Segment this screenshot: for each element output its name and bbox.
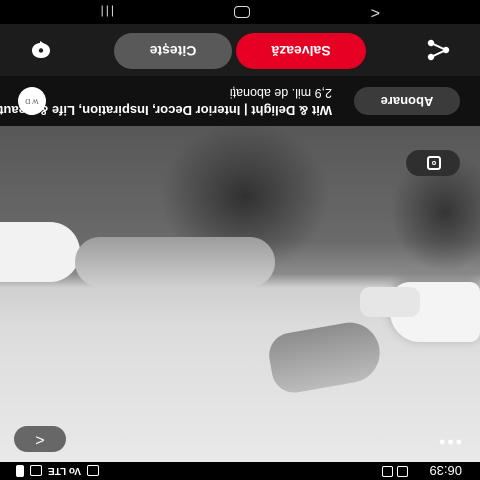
signal-label: Vo LTE [48,465,81,477]
action-bar: Salvează Citește [0,24,480,76]
share-icon[interactable] [426,39,450,61]
navigation-bar: < ||| [0,0,480,24]
save-button[interactable]: Salvează [236,33,366,69]
comment-icon[interactable] [30,40,52,60]
nav-home-button[interactable] [234,6,250,18]
read-button[interactable]: Citește [114,33,232,69]
back-button[interactable]: < [14,426,66,452]
screen: 06:39 Vo LTE ••• < Abonare Wit & Delight… [0,0,480,480]
gallery-icon [397,466,408,477]
avatar[interactable]: W D [18,87,46,115]
more-options-button[interactable]: ••• [437,431,462,452]
nav-back-button[interactable]: < [371,3,380,21]
nav-recent-apps-button[interactable]: ||| [99,5,114,19]
pin-image[interactable]: ••• < [0,126,480,462]
visual-search-button[interactable] [406,150,460,176]
message-icon [382,466,393,477]
status-time: 06:39 [429,463,462,478]
creator-name[interactable]: Wit & Delight | Interior Decor, Inspirat… [0,103,332,118]
wifi-icon [30,465,42,477]
notification-icons [382,466,408,477]
status-bar: 06:39 Vo LTE [0,462,480,480]
subscriber-count: 2,9 mil. de abonați [229,86,332,100]
alarm-icon [86,465,99,477]
battery-icon [16,465,24,477]
lens-dot-icon [432,161,436,165]
subscribe-button[interactable]: Abonare [354,87,460,115]
system-icons: Vo LTE [16,465,99,477]
creator-row: Abonare Wit & Delight | Interior Decor, … [0,76,480,126]
